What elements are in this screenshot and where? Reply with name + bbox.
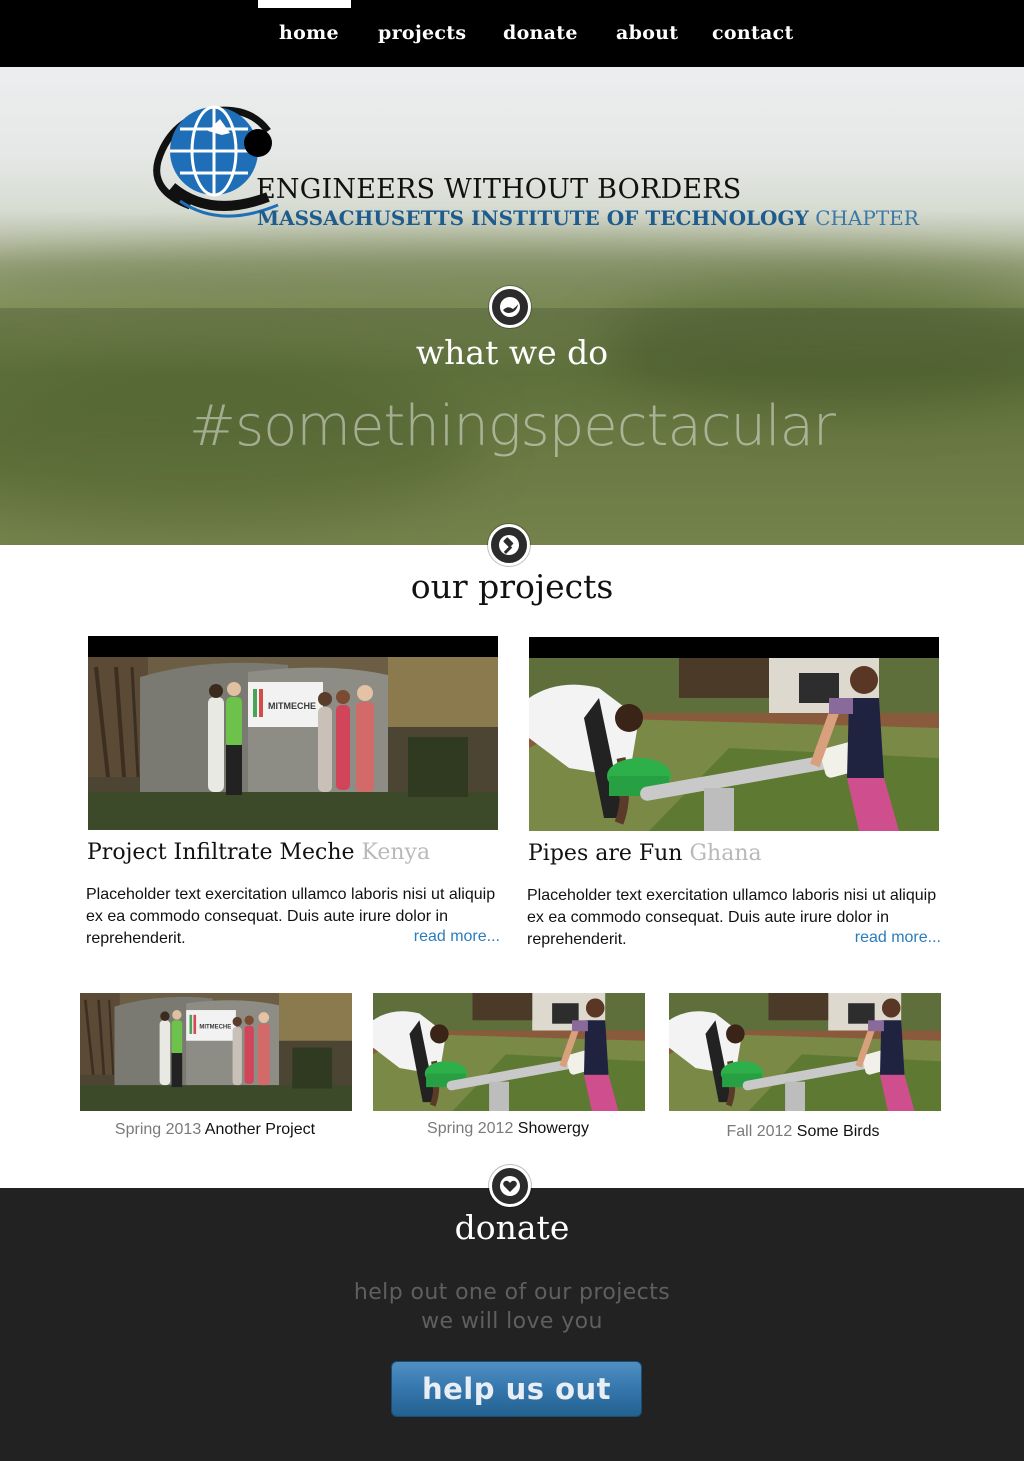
heart-icon — [489, 1165, 531, 1207]
project-term: Spring 2013 — [114, 1121, 202, 1138]
project-name: Showergy — [517, 1120, 589, 1137]
project-thumbnail[interactable] — [669, 993, 941, 1111]
project-caption[interactable]: Fall 2012 Some Birds — [667, 1123, 939, 1141]
hero-banner: ENGINEERS WITHOUT BORDERS MASSACHUSETTS … — [0, 67, 1024, 545]
nav-donate[interactable]: donate — [503, 22, 578, 44]
section-title-our-projects: our projects — [410, 567, 614, 606]
project-name: Another Project — [204, 1121, 316, 1138]
project-photo[interactable] — [88, 636, 498, 830]
project-title[interactable]: Project Infiltrate Meche Kenya — [87, 840, 430, 865]
section-title-donate: donate — [454, 1208, 570, 1247]
project-term: Fall 2012 — [726, 1123, 793, 1140]
nav-home[interactable]: home — [279, 22, 339, 44]
project-thumbnail[interactable] — [373, 993, 645, 1111]
read-more-link[interactable]: read more... — [855, 929, 941, 947]
nav-projects[interactable]: projects — [378, 22, 466, 44]
project-location: Kenya — [361, 840, 431, 865]
project-name: Some Birds — [796, 1123, 880, 1140]
project-caption[interactable]: Spring 2012 Showergy — [372, 1120, 644, 1138]
section-title-what-we-do: what we do — [415, 333, 609, 372]
project-location: Ghana — [689, 841, 762, 866]
project-caption[interactable]: Spring 2013 Another Project — [79, 1121, 351, 1139]
top-nav: home projects donate about contact — [0, 0, 1024, 67]
project-name: Project Infiltrate Meche — [87, 840, 355, 865]
help-us-out-button[interactable]: help us out — [391, 1361, 642, 1417]
org-chapter-name: MASSACHUSETTS INSTITUTE OF TECHNOLOGY — [257, 206, 809, 230]
read-more-link[interactable]: read more... — [414, 928, 500, 946]
donate-message-line2: we will love you — [421, 1309, 603, 1334]
project-title[interactable]: Pipes are Fun Ghana — [528, 841, 762, 866]
gavel-icon — [488, 524, 530, 566]
project-term: Spring 2012 — [427, 1120, 514, 1137]
project-photo[interactable] — [529, 637, 939, 831]
donate-message-line1: help out one of our projects — [353, 1280, 671, 1305]
hero-tagline: #somethingspectacular — [189, 394, 836, 459]
nav-about[interactable]: about — [616, 22, 678, 44]
bird-icon — [489, 286, 531, 328]
org-title: ENGINEERS WITHOUT BORDERS — [256, 174, 742, 205]
project-name: Pipes are Fun — [528, 841, 683, 866]
nav-contact[interactable]: contact — [712, 22, 794, 44]
org-chapter-word: CHAPTER — [815, 206, 919, 230]
project-thumbnail[interactable] — [80, 993, 352, 1111]
active-nav-indicator — [258, 0, 351, 8]
org-subtitle: MASSACHUSETTS INSTITUTE OF TECHNOLOGY CH… — [257, 206, 919, 230]
